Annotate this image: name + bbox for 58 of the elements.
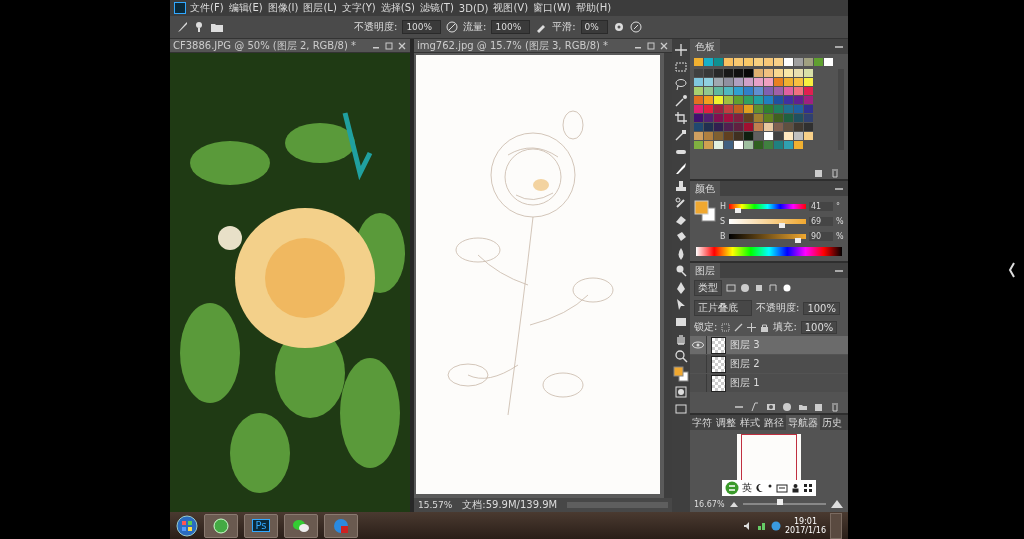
layer-name: 图层 1 — [730, 376, 760, 390]
value-field[interactable]: 69 — [809, 216, 833, 226]
layer-name: 图层 3 — [730, 338, 760, 352]
flow-field[interactable]: 100% — [491, 20, 531, 34]
fill-label: 填充: — [773, 320, 797, 334]
opacity-field[interactable]: 100% — [803, 301, 840, 315]
blend-mode-dropdown[interactable]: 正片叠底 — [694, 300, 752, 316]
opacity-label: 不透明度: — [354, 20, 398, 34]
menu-item[interactable]: 滤镜(T) — [418, 1, 455, 15]
panel-tab[interactable]: 路径 — [762, 415, 786, 430]
panel-tab[interactable]: 导航器 — [786, 415, 820, 430]
color-tab[interactable]: 颜色 — [690, 181, 720, 196]
swatches-tab[interactable]: 色板 — [690, 39, 720, 54]
panel-tab[interactable]: 历史 — [820, 415, 844, 430]
unit-label: % — [836, 216, 844, 226]
smoothing-label: 平滑: — [552, 20, 576, 34]
app-label: Ps — [252, 519, 270, 532]
menu-item[interactable]: 图像(I) — [266, 1, 300, 15]
document-title: CF3886.JPG @ 50% (图层 2, RGB/8) * — [173, 39, 358, 53]
document-size: 文档:59.9M/139.9M — [462, 498, 558, 512]
menu-item[interactable]: 文字(Y) — [340, 1, 377, 15]
fill-field[interactable]: 100% — [800, 320, 838, 334]
menu-item[interactable]: 窗口(W) — [532, 1, 572, 15]
slider-label: B — [720, 231, 726, 241]
layer-row[interactable]: 图层 2 — [690, 355, 848, 373]
panel-tab[interactable]: 调整 — [714, 415, 738, 430]
slider-label: H — [720, 201, 726, 211]
taskbar-app-button[interactable]: Ps — [244, 513, 278, 538]
panel-tab[interactable]: 样式 — [738, 415, 762, 430]
zoom-level: 15.57% — [418, 500, 453, 510]
filter-dropdown[interactable]: 类型 — [694, 280, 722, 296]
flow-label: 流量: — [463, 20, 487, 34]
panel-tab[interactable]: 字符 — [690, 415, 714, 430]
layer-row[interactable]: 图层 3 — [690, 336, 848, 354]
menu-item[interactable]: 视图(V) — [492, 1, 530, 15]
menu-item[interactable]: 3D(D) — [457, 2, 490, 14]
menu-item[interactable]: 图层(L) — [302, 1, 338, 15]
document-title: img762.jpg @ 15.7% (图层 3, RGB/8) * — [417, 38, 610, 53]
menu-item[interactable]: 文件(F) — [189, 1, 225, 15]
ime-language[interactable]: 英 — [742, 481, 752, 495]
layers-tab[interactable]: 图层 — [690, 263, 720, 278]
zoom-field[interactable]: 16.67% — [694, 499, 725, 509]
slider-label: S — [720, 216, 726, 226]
value-field[interactable]: 41 — [809, 201, 833, 211]
lock-label: 锁定: — [694, 320, 718, 334]
menu-item[interactable]: 编辑(E) — [227, 1, 264, 15]
opacity-field[interactable]: 100% — [402, 20, 442, 34]
clock-time[interactable]: 19:01 — [793, 516, 817, 526]
layer-row[interactable]: 图层 1 — [690, 374, 848, 392]
menu-item[interactable]: 帮助(H) — [574, 1, 613, 15]
layer-name: 图层 2 — [730, 357, 760, 371]
clock-date[interactable]: 2017/1/16 — [784, 525, 826, 535]
value-field[interactable]: 90 — [809, 231, 833, 241]
unit-label: % — [836, 231, 844, 241]
menu-item[interactable]: 选择(S) — [379, 1, 416, 15]
opacity-label: 不透明度: — [756, 301, 800, 315]
unit-label: ° — [836, 201, 841, 211]
smoothing-field[interactable]: 0% — [580, 20, 608, 34]
